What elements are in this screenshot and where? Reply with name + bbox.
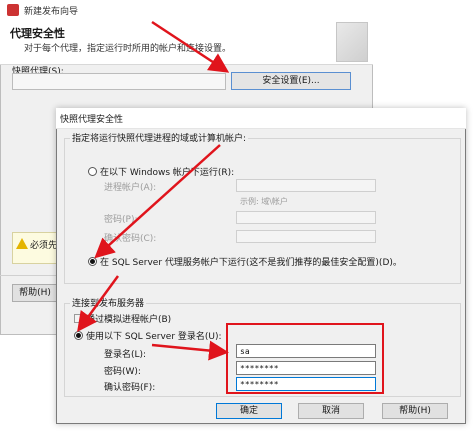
arrow-to-sql-login-radio	[77, 275, 120, 333]
arrow-to-sql-agent-radio	[94, 144, 221, 259]
arrow-to-security-button	[151, 20, 230, 73]
arrow-to-login-box	[151, 340, 229, 361]
annotation-arrows	[77, 20, 230, 361]
